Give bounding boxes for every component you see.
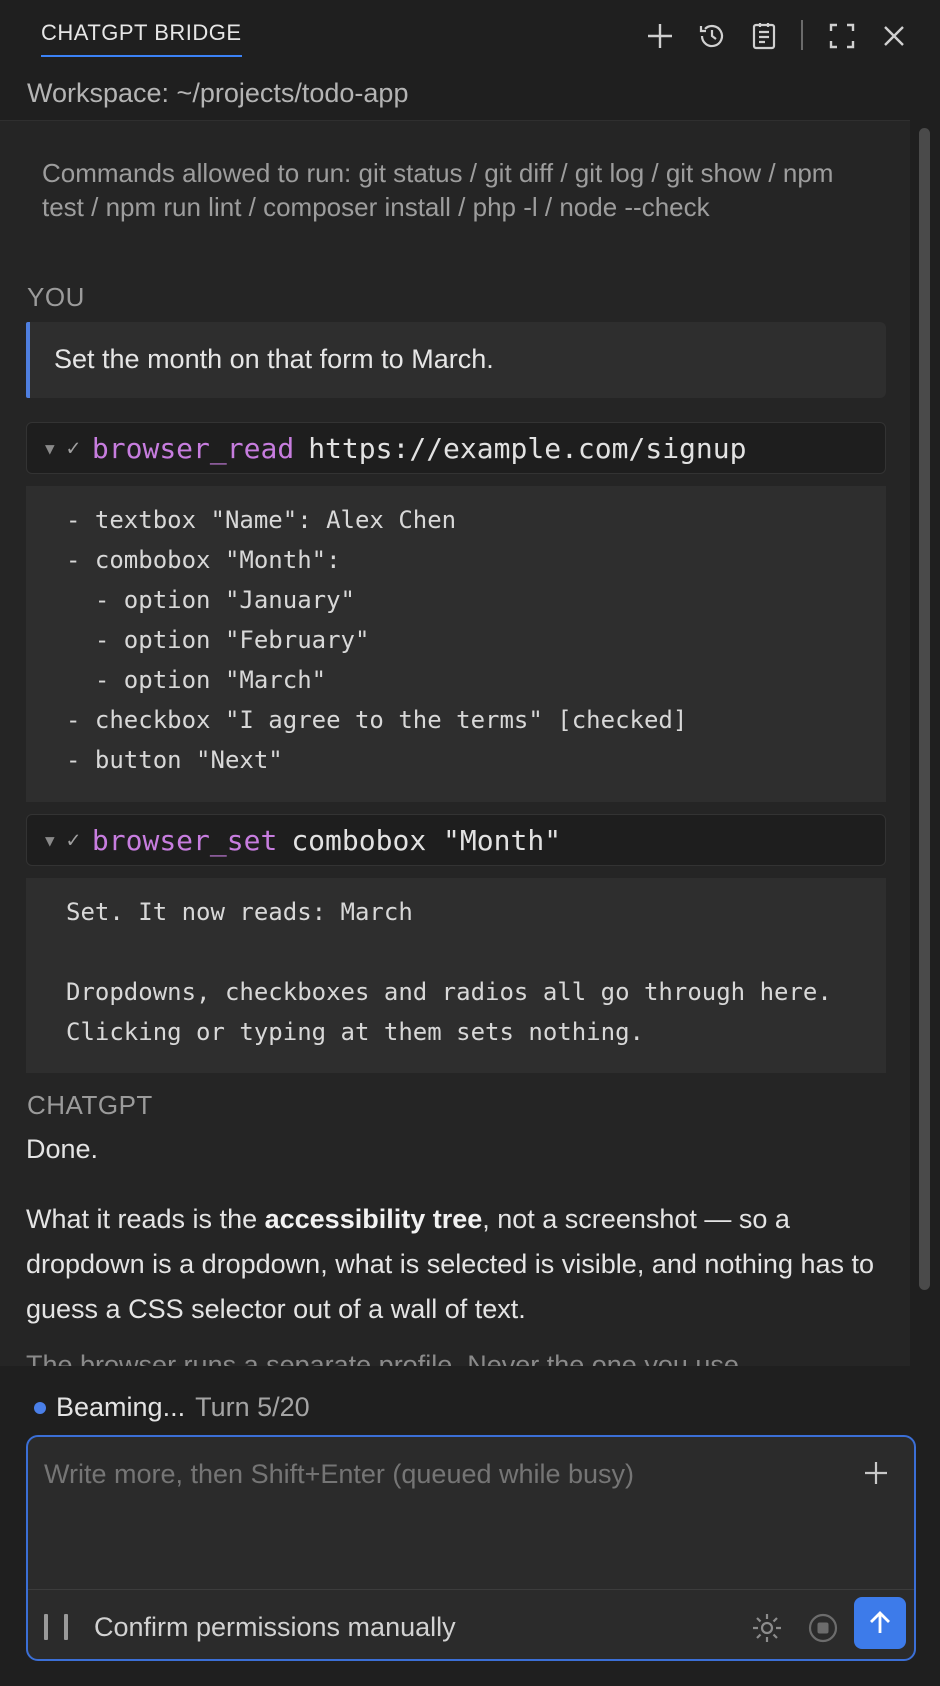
tool-name: browser_set bbox=[91, 823, 278, 857]
tool-call-header-browser-set[interactable]: ▼ ✓ browser_set combobox "Month" bbox=[26, 814, 886, 866]
assistant-done-text: Done. bbox=[26, 1134, 99, 1164]
tool-output-line: - option "March" bbox=[66, 666, 327, 694]
stop-icon[interactable] bbox=[806, 1611, 840, 1645]
check-icon: ✓ bbox=[66, 435, 80, 461]
tool-output-line: - textbox "Name": Alex Chen bbox=[66, 506, 457, 534]
tool-name: browser_read bbox=[91, 431, 295, 465]
history-icon[interactable] bbox=[692, 16, 732, 56]
scrollbar-thumb[interactable] bbox=[919, 128, 930, 1290]
close-icon[interactable] bbox=[874, 16, 914, 56]
arrow-up-icon bbox=[870, 1611, 890, 1633]
tool-output-line: - option "February" bbox=[66, 626, 370, 654]
status-bar: Beaming... Turn 5/20 bbox=[34, 1392, 310, 1423]
check-icon: ✓ bbox=[66, 827, 80, 853]
notes-icon[interactable] bbox=[744, 16, 784, 56]
header-separator bbox=[801, 20, 803, 50]
workspace-path: Workspace: ~/projects/todo-app bbox=[27, 78, 409, 108]
tool-call-header-browser-read[interactable]: ▼ ✓ browser_read https://example.com/sig… bbox=[26, 422, 886, 474]
assistant-bold-text: accessibility tree bbox=[264, 1204, 483, 1234]
user-message: Set the month on that form to March. bbox=[26, 322, 886, 398]
assistant-text: What it reads is the bbox=[26, 1204, 265, 1234]
turn-counter: Turn 5/20 bbox=[195, 1392, 310, 1422]
assistant-paragraph-cut: The browser runs a separate profile. Nev… bbox=[26, 1350, 739, 1366]
assistant-paragraph: What it reads is the accessibility tree,… bbox=[26, 1197, 886, 1332]
tool-output-line: Dropdowns, checkboxes and radios all go … bbox=[66, 978, 832, 1006]
tool-output-line: - option "January" bbox=[66, 586, 355, 614]
assistant-role-label: CHATGPT bbox=[27, 1090, 153, 1120]
status-dot bbox=[34, 1401, 46, 1414]
allowed-commands-notice: Commands allowed to run: git status / gi… bbox=[42, 158, 834, 222]
tool-output-line: - checkbox "I agree to the terms" [check… bbox=[66, 706, 688, 734]
status-state: Beaming... bbox=[56, 1392, 186, 1422]
pause-icon bbox=[44, 1614, 68, 1640]
chevron-down-icon: ▼ bbox=[45, 830, 55, 850]
tool-argument: combobox "Month" bbox=[291, 823, 562, 857]
tool-output-line: Clicking or typing at them sets nothing. bbox=[66, 1018, 644, 1046]
permission-mode-toggle[interactable]: Confirm permissions manually bbox=[44, 1599, 456, 1655]
attach-plus-icon[interactable] bbox=[858, 1455, 894, 1491]
gear-icon[interactable] bbox=[750, 1611, 784, 1645]
composer: Confirm permissions manually bbox=[26, 1435, 916, 1661]
panel-title-tab[interactable]: CHATGPT BRIDGE bbox=[41, 20, 242, 57]
tool-argument: https://example.com/signup bbox=[308, 431, 747, 465]
tool-output-browser-read: - textbox "Name": Alex Chen - combobox "… bbox=[26, 486, 886, 802]
fullscreen-icon[interactable] bbox=[822, 16, 862, 56]
chevron-down-icon: ▼ bbox=[45, 438, 55, 458]
permission-mode-label: Confirm permissions manually bbox=[94, 1611, 456, 1642]
tool-output-line bbox=[66, 932, 886, 972]
user-role-label: YOU bbox=[27, 282, 85, 312]
tool-output-line: - combobox "Month": bbox=[66, 546, 341, 574]
send-button[interactable] bbox=[854, 1597, 906, 1649]
composer-divider bbox=[28, 1589, 914, 1590]
tool-output-line: - button "Next" bbox=[66, 746, 283, 774]
panel-header: CHATGPT BRIDGE bbox=[0, 0, 940, 72]
plus-icon[interactable] bbox=[640, 16, 680, 56]
tool-output-browser-set: Set. It now reads: March Dropdowns, chec… bbox=[26, 878, 886, 1073]
tool-output-line: Set. It now reads: March bbox=[66, 898, 413, 926]
message-input[interactable] bbox=[44, 1459, 824, 1490]
